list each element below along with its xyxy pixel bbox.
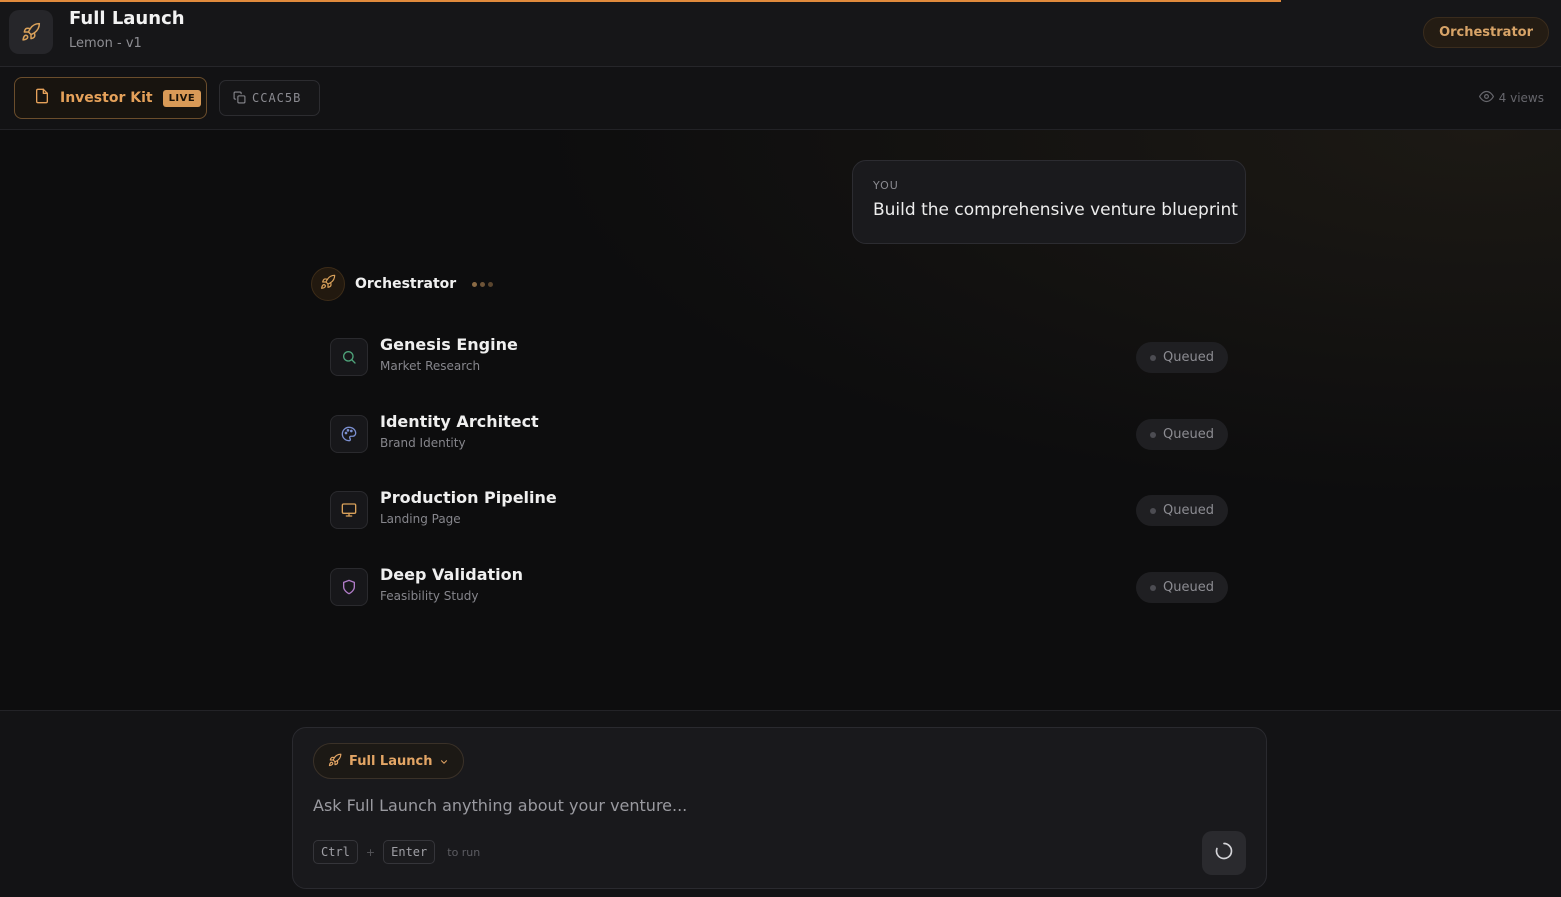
task-title: Identity Architect [380, 412, 539, 431]
status-label: Queued [1163, 503, 1214, 518]
orchestrator-avatar [311, 267, 345, 301]
status-dot [1150, 354, 1157, 361]
orchestrator-header: Orchestrator [311, 267, 494, 301]
toolbar: Investor Kit LIVE CCAC5B 4 views [0, 67, 1561, 130]
document-icon [34, 88, 50, 108]
status-label: Queued [1163, 580, 1214, 595]
search-icon [330, 338, 368, 376]
user-role-label: YOU [873, 179, 899, 192]
palette-icon [330, 415, 368, 453]
user-message-text: Build the comprehensive venture blueprin… [873, 200, 1238, 220]
monitor-icon [330, 491, 368, 529]
status-badge: Queued [1136, 495, 1228, 526]
task-row-genesis-engine: Genesis Engine Market Research Queued [330, 335, 1228, 379]
status-dot [1150, 507, 1157, 514]
ctrl-key: Ctrl [313, 840, 358, 864]
status-label: Queued [1163, 350, 1214, 365]
status-dot [1150, 431, 1157, 438]
investor-kit-button[interactable]: Investor Kit LIVE [14, 77, 207, 119]
eye-icon [1478, 89, 1494, 107]
task-title: Deep Validation [380, 565, 524, 584]
shield-icon [330, 568, 368, 606]
composer: Full Launch Ctrl + Enter to run [292, 727, 1267, 889]
run-button[interactable] [1202, 831, 1246, 875]
copy-code-button[interactable]: CCAC5B [219, 80, 320, 116]
keyboard-shortcut-hint: Ctrl + Enter to run [313, 840, 480, 864]
status-dot [1150, 584, 1157, 591]
chat-area: YOU Build the comprehensive venture blue… [0, 130, 1561, 710]
top-bar: Full Launch Lemon - v1 Orchestrator [0, 0, 1561, 67]
typing-indicator [472, 281, 494, 287]
rocket-icon [320, 274, 336, 294]
progress-line [0, 0, 1281, 2]
task-row-deep-validation: Deep Validation Feasibility Study Queued [330, 565, 1228, 609]
views-label: 4 views [1498, 91, 1544, 105]
investor-kit-label: Investor Kit [60, 90, 153, 106]
live-badge: LIVE [162, 89, 202, 107]
mode-selector-button[interactable]: Full Launch [313, 743, 465, 779]
user-message-bubble: YOU Build the comprehensive venture blue… [852, 160, 1246, 244]
task-subtitle: Market Research [380, 359, 481, 373]
task-row-identity-architect: Identity Architect Brand Identity Queued [330, 412, 1228, 456]
mode-label: Full Launch [349, 753, 433, 769]
share-code: CCAC5B [252, 91, 302, 105]
status-label: Queued [1163, 427, 1214, 442]
orchestrator-name: Orchestrator [355, 276, 457, 292]
status-badge: Queued [1136, 342, 1228, 373]
loading-spinner-icon [1214, 841, 1234, 865]
task-title: Genesis Engine [380, 335, 518, 354]
status-badge: Queued [1136, 419, 1228, 450]
copy-icon [233, 89, 246, 108]
task-subtitle: Brand Identity [380, 436, 466, 450]
rocket-icon [9, 10, 53, 54]
task-subtitle: Landing Page [380, 512, 461, 526]
shortcut-hint-text: to run [447, 845, 481, 859]
page-title: Full Launch [69, 8, 185, 29]
chevron-down-icon [439, 752, 449, 771]
status-badge: Queued [1136, 572, 1228, 603]
task-subtitle: Feasibility Study [380, 589, 479, 603]
plus-sign: + [365, 845, 376, 859]
view-count: 4 views [1478, 89, 1544, 107]
task-title: Production Pipeline [380, 488, 557, 507]
page-subtitle: Lemon - v1 [69, 36, 142, 51]
task-row-production-pipeline: Production Pipeline Landing Page Queued [330, 488, 1228, 532]
rocket-icon [328, 752, 342, 771]
composer-area: Full Launch Ctrl + Enter to run [0, 710, 1561, 897]
enter-key: Enter [383, 840, 436, 864]
orchestrator-badge[interactable]: Orchestrator [1423, 17, 1549, 48]
prompt-input[interactable] [313, 792, 1213, 818]
